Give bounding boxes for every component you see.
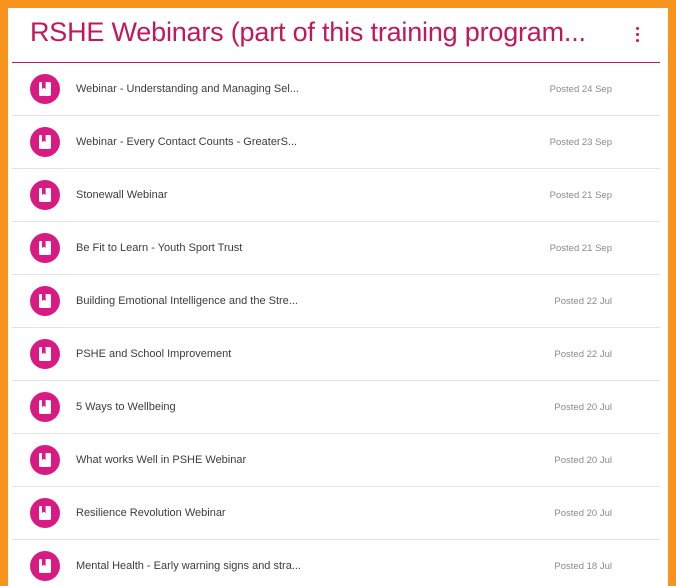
material-title: Mental Health - Early warning signs and …: [76, 560, 301, 572]
material-icon: [30, 498, 60, 528]
material-list: Webinar - Understanding and Managing Sel…: [12, 63, 660, 586]
material-title: Stonewall Webinar: [76, 189, 168, 201]
list-item[interactable]: What works Well in PSHE Webinar Posted 2…: [12, 434, 660, 487]
posted-date: Posted 24 Sep: [549, 83, 612, 95]
list-item[interactable]: Resilience Revolution Webinar Posted 20 …: [12, 487, 660, 540]
posted-date: Posted 23 Sep: [549, 136, 612, 148]
material-title: Webinar - Understanding and Managing Sel…: [76, 83, 299, 95]
material-title: Webinar - Every Contact Counts - Greater…: [76, 136, 298, 148]
material-title: Resilience Revolution Webinar: [76, 507, 226, 519]
material-title: 5 Ways to Wellbeing: [76, 401, 176, 413]
posted-date: Posted 22 Jul: [554, 348, 612, 360]
list-item[interactable]: Webinar - Understanding and Managing Sel…: [12, 63, 660, 116]
material-icon: [30, 551, 60, 581]
material-title: Building Emotional Intelligence and the …: [76, 295, 298, 307]
topic-header: RSHE Webinars (part of this training pro…: [12, 8, 660, 63]
list-item[interactable]: Building Emotional Intelligence and the …: [12, 275, 660, 328]
material-icon: [30, 127, 60, 157]
list-item[interactable]: Stonewall Webinar Posted 21 Sep: [12, 169, 660, 222]
classwork-topic-card: RSHE Webinars (part of this training pro…: [8, 8, 668, 586]
posted-date: Posted 20 Jul: [554, 507, 612, 519]
list-item[interactable]: Mental Health - Early warning signs and …: [12, 540, 660, 586]
more-dot: [635, 26, 639, 30]
posted-date: Posted 21 Sep: [549, 242, 612, 254]
posted-date: Posted 20 Jul: [554, 401, 612, 413]
posted-date: Posted 18 Jul: [554, 560, 612, 572]
list-item[interactable]: Webinar - Every Contact Counts - Greater…: [12, 116, 660, 169]
topic-title[interactable]: RSHE Webinars (part of this training pro…: [30, 17, 586, 48]
posted-date: Posted 20 Jul: [554, 454, 612, 466]
more-vert-icon[interactable]: [628, 22, 646, 46]
posted-date: Posted 22 Jul: [554, 295, 612, 307]
posted-date: Posted 21 Sep: [549, 189, 612, 201]
material-title: What works Well in PSHE Webinar: [76, 454, 247, 466]
material-icon: [30, 392, 60, 422]
material-icon: [30, 445, 60, 475]
list-item[interactable]: Be Fit to Learn - Youth Sport Trust Post…: [12, 222, 660, 275]
material-icon: [30, 286, 60, 316]
material-icon: [30, 180, 60, 210]
material-icon: [30, 233, 60, 263]
more-dot: [635, 32, 639, 36]
list-item[interactable]: PSHE and School Improvement Posted 22 Ju…: [12, 328, 660, 381]
material-title: PSHE and School Improvement: [76, 348, 232, 360]
list-item[interactable]: 5 Ways to Wellbeing Posted 20 Jul: [12, 381, 660, 434]
more-dot: [635, 38, 639, 42]
material-icon: [30, 339, 60, 369]
material-icon: [30, 74, 60, 104]
material-title: Be Fit to Learn - Youth Sport Trust: [76, 242, 243, 254]
